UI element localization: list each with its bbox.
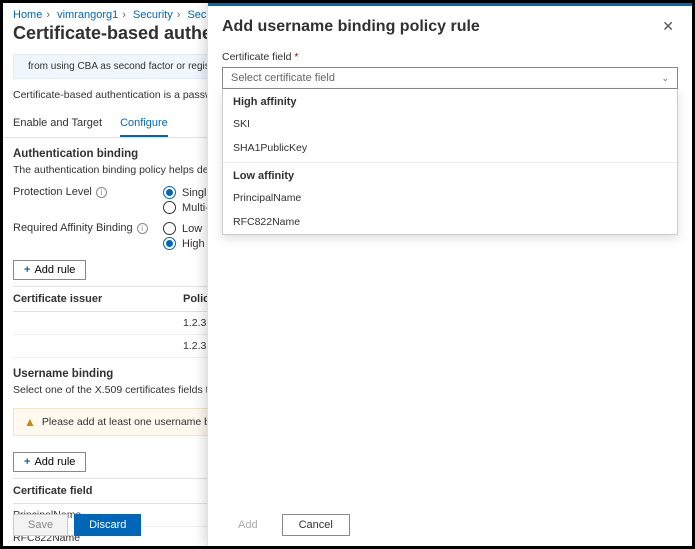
affinity-low-label: Low [182, 223, 202, 235]
cert-field-dropdown: High affinity SKI SHA1PublicKey Low affi… [222, 89, 678, 235]
affinity-high-label: High [182, 238, 205, 250]
select-placeholder: Select certificate field [231, 72, 335, 84]
discard-button[interactable]: Discard [74, 514, 141, 536]
breadcrumb-security-1[interactable]: Security [133, 9, 173, 21]
protection-multi-label: Multi- [182, 202, 209, 214]
modal-add-button: Add [222, 514, 274, 536]
modal-title: Add username binding policy rule [222, 18, 480, 36]
add-rule-auth-button[interactable]: + Add rule [13, 260, 86, 280]
dd-group-low: Low affinity [223, 163, 677, 186]
cert-field-select[interactable]: Select certificate field ⌄ [222, 67, 678, 89]
plus-icon: + [24, 264, 30, 276]
protection-level-text: Protection Level [13, 186, 92, 198]
plus-icon: + [24, 456, 30, 468]
affinity-text: Required Affinity Binding [13, 222, 133, 234]
radio-selected-icon [163, 186, 176, 199]
chevron-down-icon: ⌄ [661, 73, 669, 84]
footer-actions: Save Discard [13, 514, 141, 536]
add-username-binding-modal: Add username binding policy rule ✕ Certi… [207, 3, 692, 546]
tab-configure[interactable]: Configure [120, 113, 168, 137]
radio-icon [163, 201, 176, 214]
modal-cancel-button[interactable]: Cancel [282, 514, 350, 536]
col-cert-issuer: Certificate issuer [13, 293, 183, 305]
cell-oid: 1.2.3 [183, 340, 206, 352]
protection-multi-radio[interactable]: Multi- [163, 201, 213, 214]
info-icon[interactable]: i [96, 187, 107, 198]
breadcrumb-org[interactable]: vimrangorg1 [57, 9, 118, 21]
save-button: Save [13, 514, 68, 536]
tab-enable-target[interactable]: Enable and Target [13, 113, 102, 137]
info-icon[interactable]: i [137, 223, 148, 234]
dd-item-sha1[interactable]: SHA1PublicKey [223, 136, 677, 160]
radio-icon [163, 222, 176, 235]
affinity-low-radio[interactable]: Low [163, 222, 205, 235]
col-cert-field: Certificate field [13, 485, 183, 497]
dd-item-principalname[interactable]: PrincipalName [223, 186, 677, 210]
dd-group-high: High affinity [223, 89, 677, 112]
warning-icon: ▲ [24, 415, 36, 429]
breadcrumb-home[interactable]: Home [13, 9, 42, 21]
dd-item-rfc822[interactable]: RFC822Name [223, 210, 677, 234]
affinity-high-radio[interactable]: High [163, 237, 205, 250]
add-rule-label: Add rule [34, 456, 75, 468]
add-rule-username-button[interactable]: + Add rule [13, 452, 86, 472]
protection-level-label: Protection Level i [13, 186, 163, 198]
protection-single-radio[interactable]: Single [163, 186, 213, 199]
affinity-label: Required Affinity Binding i [13, 222, 163, 234]
cert-field-text: Certificate field [222, 51, 291, 63]
radio-selected-icon [163, 237, 176, 250]
dd-item-ski[interactable]: SKI [223, 112, 677, 136]
col-policy: Polic [183, 293, 209, 305]
add-rule-label: Add rule [34, 264, 75, 276]
cert-field-label: Certificate field * [222, 51, 678, 63]
close-icon[interactable]: ✕ [658, 16, 678, 37]
cell-oid: 1.2.3 [183, 317, 206, 329]
